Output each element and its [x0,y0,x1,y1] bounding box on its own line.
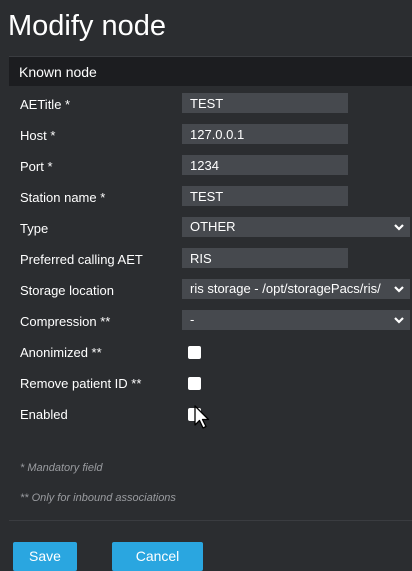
chevron-down-icon [394,286,404,293]
row-aetitle: AETitle * [9,93,412,117]
chevron-down-icon [394,224,404,231]
save-button[interactable]: Save [13,542,77,571]
storage-location-select-value: ris storage - /opt/storagePacs/ris/ [190,281,381,296]
row-anonimized: Anonimized ** [9,341,412,365]
enabled-label: Enabled [20,407,68,422]
compression-select-value: - [190,312,195,327]
host-label: Host * [20,128,56,143]
type-label: Type [20,221,49,236]
host-input[interactable] [182,124,348,144]
inbound-associations-note: ** Only for inbound associations [20,492,176,504]
cancel-button[interactable]: Cancel [112,542,203,571]
anonimized-checkbox[interactable] [188,346,201,359]
anonimized-label: Anonimized ** [20,345,102,360]
aetitle-label: AETitle * [20,97,71,112]
type-select-value: OTHER [190,219,236,234]
port-label: Port * [20,159,53,174]
chevron-down-icon [394,317,404,324]
remove-patient-id-label: Remove patient ID ** [20,376,142,391]
preferred-calling-aet-label: Preferred calling AET [20,252,143,267]
row-remove-patient-id: Remove patient ID ** [9,372,412,396]
row-storage-location: Storage location ris storage - /opt/stor… [9,279,412,303]
compression-label: Compression ** [20,314,111,329]
mandatory-field-note: * Mandatory field [20,462,103,474]
remove-patient-id-checkbox[interactable] [188,377,201,390]
row-station-name: Station name * [9,186,412,210]
dialog-title: Modify node [8,10,166,42]
station-name-input[interactable] [182,186,348,206]
storage-location-select[interactable]: ris storage - /opt/storagePacs/ris/ [182,279,410,299]
type-select[interactable]: OTHER [182,217,410,237]
row-preferred-calling-aet: Preferred calling AET [9,248,412,272]
row-port: Port * [9,155,412,179]
compression-select[interactable]: - [182,310,410,330]
row-compression: Compression ** - [9,310,412,334]
storage-location-label: Storage location [20,283,114,298]
row-host: Host * [9,124,412,148]
aetitle-input[interactable] [182,93,348,113]
row-type: Type OTHER [9,217,412,241]
section-header-known-node: Known node [9,56,412,86]
port-input[interactable] [182,155,348,175]
station-name-label: Station name * [20,190,106,205]
mouse-pointer-icon [194,405,210,429]
modify-node-dialog: Modify node Known node AETitle * Host * … [0,0,412,571]
footer-divider [9,520,412,521]
preferred-calling-aet-input[interactable] [182,248,348,268]
